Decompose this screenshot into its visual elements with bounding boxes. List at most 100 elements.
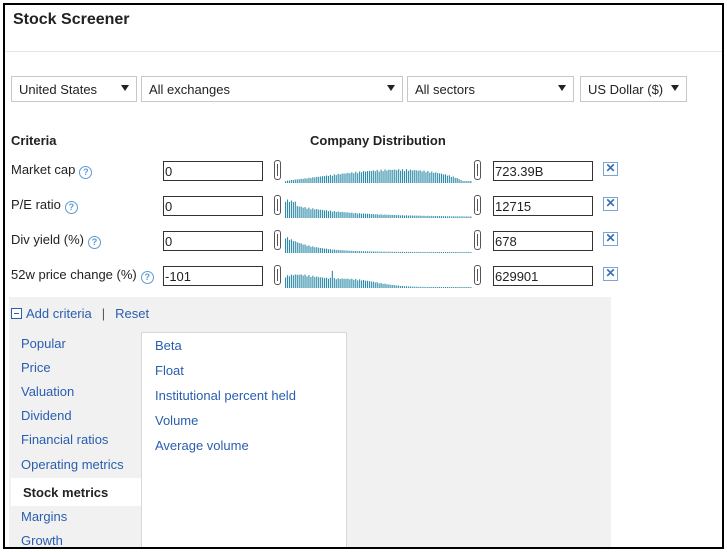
price-change-min-input[interactable]: -101 — [163, 266, 263, 286]
histogram-bar — [431, 251, 433, 253]
histogram-bar — [458, 252, 460, 253]
div-yield-min-input[interactable]: 0 — [163, 231, 263, 251]
range-min-handle[interactable] — [274, 230, 281, 250]
histogram-bar — [392, 284, 394, 288]
histogram-bar — [448, 216, 450, 218]
help-icon[interactable]: ? — [79, 166, 93, 179]
histogram-bar — [374, 171, 376, 183]
histogram-bar — [337, 211, 339, 218]
subcriterion-beta[interactable]: Beta — [155, 338, 182, 353]
remove-criterion-icon[interactable]: ✕ — [603, 197, 618, 211]
histogram-bar — [386, 284, 388, 288]
histogram-bar — [400, 251, 402, 253]
histogram-bar — [441, 287, 443, 288]
range-min-handle[interactable] — [274, 160, 281, 180]
currency-select[interactable]: US Dollar ($) — [580, 76, 687, 102]
category-popular[interactable]: Popular — [21, 336, 66, 351]
category-stock-metrics-selected[interactable]: Stock metrics — [11, 478, 141, 506]
histogram-bar — [312, 208, 314, 218]
pe-ratio-max-input[interactable]: 12715 — [493, 196, 593, 216]
histogram-bar — [353, 251, 355, 253]
help-icon[interactable]: ? — [140, 271, 154, 284]
histogram-bar — [286, 275, 289, 288]
help-icon[interactable]: ? — [87, 236, 101, 249]
range-max-handle[interactable] — [474, 230, 481, 250]
histogram-bar — [384, 169, 386, 183]
help-icon[interactable]: ? — [64, 201, 78, 214]
histogram-bar — [415, 215, 417, 218]
histogram-bar — [417, 215, 419, 218]
histogram-bar — [409, 251, 411, 253]
category-growth[interactable]: Growth — [21, 533, 63, 547]
histogram-bar — [394, 214, 396, 218]
histogram-bar — [403, 171, 406, 183]
exchange-select[interactable]: All exchanges — [141, 76, 403, 102]
histogram-bar — [333, 174, 335, 183]
histogram-bar — [460, 252, 462, 253]
histogram-bar — [462, 252, 464, 253]
histogram-bar — [394, 251, 396, 253]
histogram-bar — [316, 247, 318, 253]
histogram-bar — [357, 280, 359, 288]
histogram-bar — [325, 248, 328, 253]
range-min-handle[interactable] — [274, 195, 281, 215]
subcriterion-float[interactable]: Float — [155, 363, 184, 378]
histogram-bar — [400, 215, 402, 218]
histogram-bar — [425, 287, 427, 288]
subcriterion-average-volume[interactable]: Average volume — [155, 438, 249, 453]
histogram-bar — [318, 247, 320, 253]
category-valuation[interactable]: Valuation — [21, 384, 74, 399]
histogram-bar — [462, 216, 464, 218]
histogram-bar — [300, 243, 302, 253]
pe-ratio-min-input[interactable]: 0 — [163, 196, 263, 216]
range-max-handle[interactable] — [474, 265, 481, 285]
range-max-handle[interactable] — [474, 195, 481, 215]
histogram-bar — [429, 252, 431, 253]
price-change-max-input[interactable]: 629901 — [493, 266, 593, 286]
histogram-bar — [335, 175, 337, 183]
histogram-bar — [345, 212, 347, 218]
div-yield-histogram — [285, 237, 472, 253]
histogram-bar — [470, 287, 472, 288]
histogram-bar — [402, 251, 404, 253]
range-min-handle[interactable] — [274, 265, 281, 285]
histogram-bar — [347, 278, 349, 288]
histogram-bar — [464, 287, 466, 288]
histogram-bar — [372, 251, 374, 253]
histogram-bar — [327, 249, 329, 253]
region-select[interactable]: United States — [11, 76, 137, 102]
category-dividend[interactable]: Dividend — [21, 408, 72, 423]
market-cap-max-input[interactable]: 723.39B — [493, 161, 593, 181]
subcriterion-volume[interactable]: Volume — [155, 413, 198, 428]
add-criteria-link[interactable]: Add criteria — [11, 306, 92, 321]
histogram-bar — [285, 277, 287, 288]
histogram-bar — [292, 241, 294, 253]
category-margins[interactable]: Margins — [21, 509, 67, 524]
histogram-bar — [370, 171, 372, 183]
histogram-bar — [296, 179, 298, 183]
histogram-bar — [423, 215, 425, 218]
distribution-header: Company Distribution — [310, 133, 446, 148]
sector-select[interactable]: All sectors — [407, 76, 574, 102]
range-max-handle[interactable] — [474, 160, 481, 180]
remove-criterion-icon[interactable]: ✕ — [603, 232, 618, 246]
sector-select-value: All sectors — [415, 82, 475, 97]
category-financial-ratios[interactable]: Financial ratios — [21, 432, 108, 447]
histogram-bar — [298, 243, 300, 253]
histogram-bar — [347, 250, 349, 253]
subcriterion-institutional-percent-held[interactable]: Institutional percent held — [155, 388, 296, 403]
category-price[interactable]: Price — [21, 360, 51, 375]
histogram-bar — [386, 251, 388, 253]
histogram-bar — [439, 287, 441, 288]
remove-criterion-icon[interactable]: ✕ — [603, 162, 618, 176]
market-cap-min-input[interactable]: 0 — [163, 161, 263, 181]
category-operating-metrics[interactable]: Operating metrics — [21, 457, 124, 472]
remove-criterion-icon[interactable]: ✕ — [603, 267, 618, 281]
histogram-bar — [468, 287, 470, 288]
reset-link[interactable]: Reset — [115, 306, 149, 321]
histogram-bar — [378, 171, 380, 183]
histogram-bar — [384, 283, 386, 288]
histogram-bar — [403, 215, 406, 218]
market-cap-histogram — [285, 169, 472, 183]
div-yield-max-input[interactable]: 678 — [493, 231, 593, 251]
